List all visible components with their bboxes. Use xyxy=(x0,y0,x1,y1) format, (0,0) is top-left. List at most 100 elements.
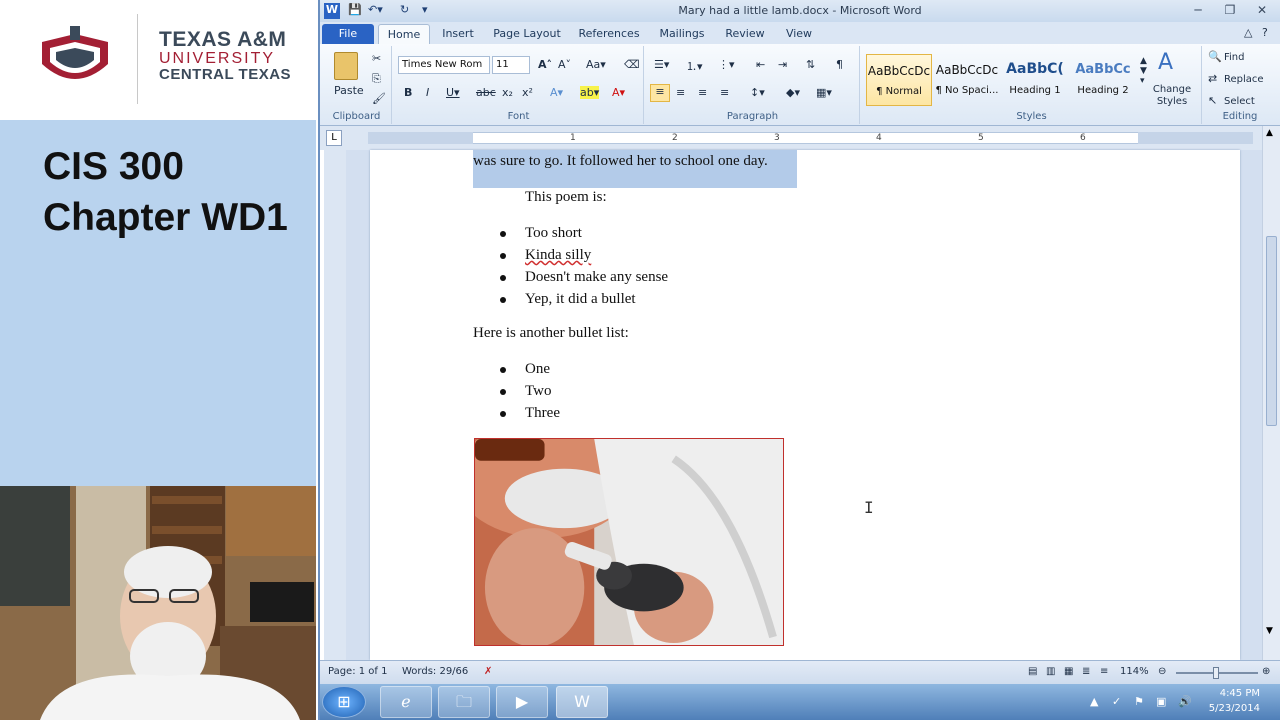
tab-home[interactable]: Home xyxy=(378,24,430,44)
text-effects-icon[interactable]: A▾ xyxy=(550,86,563,99)
list-item[interactable]: Doesn't make any sense xyxy=(525,269,668,286)
vertical-ruler[interactable] xyxy=(324,150,346,660)
align-left-icon[interactable]: ≡ xyxy=(650,84,670,102)
show-formatting-icon[interactable]: ¶ xyxy=(836,58,843,71)
full-screen-reading-icon[interactable]: ▥ xyxy=(1046,666,1055,677)
align-center-icon[interactable]: ≡ xyxy=(676,86,685,99)
align-right-icon[interactable]: ≡ xyxy=(698,86,707,99)
tab-page-layout[interactable]: Page Layout xyxy=(490,24,564,44)
tab-view[interactable]: View xyxy=(778,24,820,44)
scroll-up-icon[interactable]: ▲ xyxy=(1266,128,1273,138)
poem-intro[interactable]: This poem is: xyxy=(525,189,607,206)
list-item[interactable]: Too short xyxy=(525,225,582,242)
select-button[interactable]: Select xyxy=(1224,96,1255,107)
list-item[interactable]: Three xyxy=(525,405,560,422)
print-layout-icon[interactable]: ▤ xyxy=(1028,666,1037,677)
style-heading-1[interactable]: AaBbC( Heading 1 xyxy=(1002,54,1068,106)
page-count[interactable]: Page: 1 of 1 xyxy=(328,666,387,677)
shading-icon[interactable]: ◆▾ xyxy=(786,86,800,99)
styles-scroll-icon[interactable]: ▲ ▼ ▾ xyxy=(1140,56,1147,86)
tab-references[interactable]: References xyxy=(574,24,644,44)
minimize-ribbon-icon[interactable]: △ xyxy=(1244,26,1252,39)
list-item[interactable]: One xyxy=(525,361,550,378)
word-count[interactable]: Words: 29/66 xyxy=(402,666,468,677)
volume-icon[interactable]: 🔊 xyxy=(1178,695,1192,708)
clear-formatting-icon[interactable]: ⌫ xyxy=(624,58,640,71)
paste-icon[interactable] xyxy=(334,52,358,80)
italic-icon[interactable]: I xyxy=(426,86,429,99)
zoom-slider-thumb[interactable] xyxy=(1213,667,1219,679)
tab-file[interactable]: File xyxy=(322,24,374,44)
word-taskbar-icon[interactable]: W xyxy=(556,686,608,718)
style-heading-2[interactable]: AaBbCc Heading 2 xyxy=(1070,54,1136,106)
start-button-icon[interactable]: ⊞ xyxy=(322,686,366,718)
bold-icon[interactable]: B xyxy=(404,86,412,99)
restore-icon[interactable]: ❐ xyxy=(1218,2,1242,18)
subscript-icon[interactable]: x₂ xyxy=(502,86,513,99)
change-case-icon[interactable]: Aa▾ xyxy=(586,58,606,71)
file-explorer-icon[interactable]: 🗀 xyxy=(438,686,490,718)
scroll-down-icon[interactable]: ▼ xyxy=(1266,626,1273,636)
change-styles-icon[interactable]: A xyxy=(1158,50,1173,75)
tray-expand-icon[interactable]: ▲ xyxy=(1090,695,1098,708)
close-icon[interactable]: ✕ xyxy=(1250,2,1274,18)
find-button[interactable]: Find xyxy=(1224,52,1245,63)
horizontal-ruler[interactable]: L 1 2 3 4 5 6 xyxy=(320,126,1280,150)
justify-icon[interactable]: ≡ xyxy=(720,86,729,99)
minimize-icon[interactable]: ─ xyxy=(1186,2,1210,18)
outline-icon[interactable]: ≣ xyxy=(1082,666,1090,677)
highlight-icon[interactable]: ab▾ xyxy=(580,86,600,99)
tab-review[interactable]: Review xyxy=(720,24,770,44)
bullets-icon[interactable]: ☰▾ xyxy=(654,58,669,71)
replace-icon[interactable]: ⇄ xyxy=(1208,72,1217,85)
action-center-flag-icon[interactable]: ⚑ xyxy=(1134,695,1144,708)
replace-button[interactable]: Replace xyxy=(1224,74,1264,85)
find-icon[interactable]: 🔍 xyxy=(1208,50,1222,63)
list-item[interactable]: Kinda silly xyxy=(525,247,591,264)
clock-date[interactable]: 5/23/2014 xyxy=(1209,703,1260,714)
multilevel-list-icon[interactable]: ⋮▾ xyxy=(718,58,735,71)
cut-icon[interactable]: ✂ xyxy=(372,52,381,65)
clock-time[interactable]: 4:45 PM xyxy=(1220,688,1260,699)
vertical-scrollbar[interactable]: ▲ ▼ xyxy=(1262,126,1280,660)
grow-font-icon[interactable]: A˄ xyxy=(538,58,552,71)
second-list-intro[interactable]: Here is another bullet list: xyxy=(473,325,629,342)
zoom-level[interactable]: 114% xyxy=(1120,666,1149,677)
selected-text-line[interactable]: was sure to go. It followed her to schoo… xyxy=(473,153,768,170)
numbering-icon[interactable]: ⒈▾ xyxy=(686,58,703,74)
zoom-in-icon[interactable]: ⊕ xyxy=(1262,666,1270,677)
network-icon[interactable]: ▣ xyxy=(1156,695,1166,708)
superscript-icon[interactable]: x² xyxy=(522,86,533,99)
format-painter-icon[interactable]: 🖌 xyxy=(372,92,386,105)
web-layout-icon[interactable]: ▦ xyxy=(1064,666,1073,677)
paste-button[interactable]: Paste xyxy=(334,84,364,97)
tab-selector-icon[interactable]: L xyxy=(326,130,342,146)
shrink-font-icon[interactable]: A˅ xyxy=(558,58,571,71)
select-icon[interactable]: ↖ xyxy=(1208,94,1217,107)
tab-insert[interactable]: Insert xyxy=(434,24,482,44)
style-normal[interactable]: AaBbCcDc ¶ Normal xyxy=(866,54,932,106)
zoom-out-icon[interactable]: ⊖ xyxy=(1158,666,1166,677)
draft-icon[interactable]: ≡ xyxy=(1100,666,1108,677)
underline-icon[interactable]: U▾ xyxy=(446,86,460,99)
borders-icon[interactable]: ▦▾ xyxy=(816,86,832,99)
copy-icon[interactable]: ⎘ xyxy=(372,72,381,86)
font-color-icon[interactable]: A▾ xyxy=(612,86,625,99)
line-spacing-icon[interactable]: ↕▾ xyxy=(750,86,765,99)
list-item[interactable]: Yep, it did a bullet xyxy=(525,291,636,308)
change-styles-button[interactable]: Change Styles xyxy=(1150,84,1194,108)
decrease-indent-icon[interactable]: ⇤ xyxy=(756,58,765,71)
list-item[interactable]: Two xyxy=(525,383,551,400)
media-player-icon[interactable]: ▶ xyxy=(496,686,548,718)
inserted-photo[interactable] xyxy=(474,438,784,646)
increase-indent-icon[interactable]: ⇥ xyxy=(778,58,787,71)
sort-icon[interactable]: ⇅ xyxy=(806,58,815,71)
internet-explorer-icon[interactable]: ℯ xyxy=(380,686,432,718)
scroll-thumb[interactable] xyxy=(1266,236,1277,426)
proofing-icon[interactable]: ✗ xyxy=(484,666,492,677)
strikethrough-icon[interactable]: abc xyxy=(476,86,496,99)
font-name-box[interactable]: Times New Rom xyxy=(398,56,490,74)
style-no-spacing[interactable]: AaBbCcDc ¶ No Spaci... xyxy=(934,54,1000,106)
font-size-box[interactable]: 11 xyxy=(492,56,530,74)
tray-app-icon[interactable]: ✓ xyxy=(1112,695,1121,708)
